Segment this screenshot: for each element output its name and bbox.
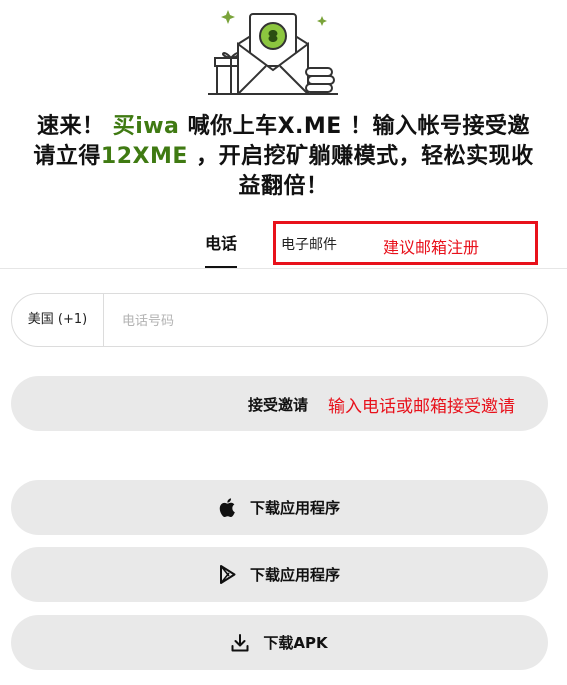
download-apk-label: 下载APK [263, 634, 328, 652]
headline-line-2: 请立得12XME ，开启挖矿躺赚模式，轻松实现收 [33, 144, 534, 169]
download-icon [231, 633, 249, 651]
google-play-icon [219, 565, 236, 584]
annotation-email-tip: 建议邮箱注册 [383, 238, 480, 257]
download-ios-button[interactable]: 下载应用程序 [11, 480, 548, 535]
download-android-label: 下载应用程序 [249, 566, 340, 584]
reward-amount: 12XME [100, 144, 188, 169]
phone-field: 美国 (+1) [11, 293, 548, 347]
download-android-button[interactable]: 下载应用程序 [11, 547, 548, 602]
annotation-accept-tip: 输入电话或邮箱接受邀请 [328, 397, 515, 417]
country-code-select[interactable]: 美国 (+1) [12, 294, 104, 346]
envelope-with-coin-gift-icon [208, 10, 338, 95]
download-apk-button[interactable]: 下载APK [11, 615, 548, 670]
phone-number-input[interactable] [120, 308, 524, 334]
signup-tabs: 电话 电子邮件 建议邮箱注册 [0, 218, 567, 270]
apple-icon [219, 498, 235, 517]
hero-illustration [0, 0, 567, 105]
accept-invite-button[interactable]: 接受邀请 输入电话或邮箱接受邀请 [11, 376, 548, 431]
headline-line-1: 速来！ 买iwa 喊你上车X.ME ！输入帐号接受邀 [37, 114, 530, 139]
tabs-divider [0, 268, 567, 269]
download-ios-label: 下载应用程序 [249, 499, 340, 517]
headline-line-3: 益翻倍！ [238, 174, 329, 199]
inviter-name: 买iwa [112, 114, 180, 139]
invite-headline: 速来！ 买iwa 喊你上车X.ME ！输入帐号接受邀 请立得12XME ，开启挖… [10, 112, 557, 202]
accept-invite-label: 接受邀请 [248, 396, 309, 414]
tab-phone[interactable]: 电话 [205, 230, 238, 269]
